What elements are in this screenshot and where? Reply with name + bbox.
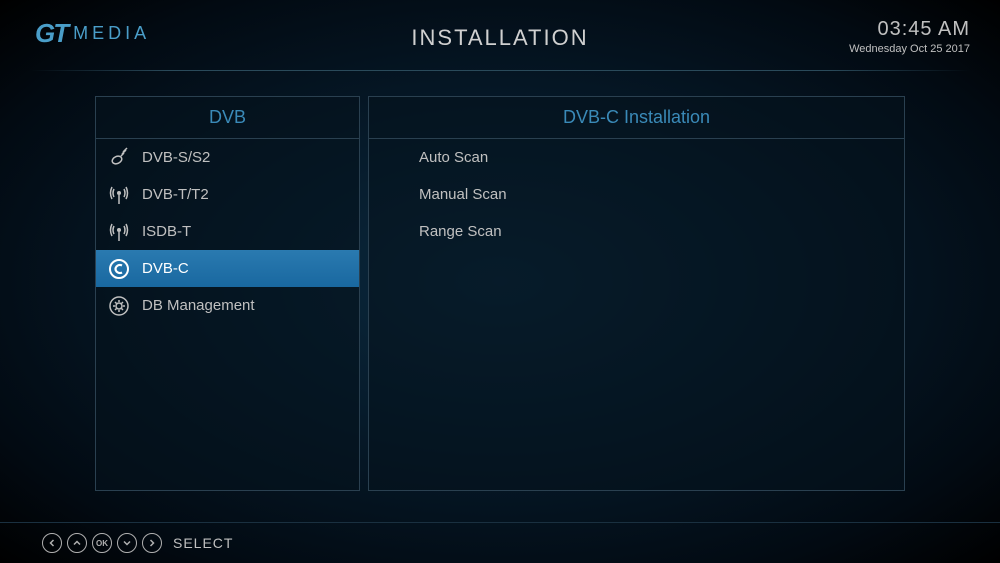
page-title: INSTALLATION — [411, 25, 588, 51]
sub-item-manual-scan[interactable]: Manual Scan — [369, 176, 904, 213]
logo-media: MEDIA — [73, 23, 150, 44]
antenna-icon — [106, 182, 132, 208]
menu-item-dvb-s[interactable]: DVB-S/S2 — [96, 139, 359, 176]
menu-item-isdb-t[interactable]: ISDB-T — [96, 213, 359, 250]
cable-icon — [106, 256, 132, 282]
menu-item-dvb-t[interactable]: DVB-T/T2 — [96, 176, 359, 213]
antenna-icon — [106, 219, 132, 245]
footer-select-label: SELECT — [173, 535, 233, 551]
left-panel: DVB DVB-S/S2 — [95, 96, 360, 491]
menu-label: DB Management — [142, 297, 255, 314]
gear-icon — [106, 293, 132, 319]
nav-down-icon[interactable] — [117, 533, 137, 553]
sub-item-auto-scan[interactable]: Auto Scan — [369, 139, 904, 176]
nav-left-icon[interactable] — [42, 533, 62, 553]
nav-up-icon[interactable] — [67, 533, 87, 553]
left-panel-header: DVB — [96, 97, 359, 139]
date-display: Wednesday Oct 25 2017 — [849, 43, 970, 55]
logo: GT MEDIA — [35, 18, 150, 49]
datetime: 03:45 AM Wednesday Oct 25 2017 — [849, 18, 970, 55]
menu-item-dvb-c[interactable]: DVB-C — [96, 250, 359, 287]
time-display: 03:45 AM — [849, 18, 970, 41]
logo-gt: GT — [35, 18, 67, 49]
menu-label: DVB-C — [142, 260, 189, 277]
right-panel-header: DVB-C Installation — [369, 97, 904, 139]
left-panel-body: DVB-S/S2 DVB-T/T2 — [96, 139, 359, 490]
content-area: DVB DVB-S/S2 — [0, 71, 1000, 491]
nav-right-icon[interactable] — [142, 533, 162, 553]
right-panel: DVB-C Installation Auto Scan Manual Scan… — [368, 96, 905, 491]
satellite-icon — [106, 145, 132, 171]
menu-label: ISDB-T — [142, 223, 191, 240]
menu-item-db-management[interactable]: DB Management — [96, 287, 359, 324]
sub-item-range-scan[interactable]: Range Scan — [369, 213, 904, 250]
header: GT MEDIA INSTALLATION 03:45 AM Wednesday… — [0, 0, 1000, 55]
right-panel-body: Auto Scan Manual Scan Range Scan — [369, 139, 904, 490]
menu-label: DVB-T/T2 — [142, 186, 209, 203]
footer: OK SELECT — [0, 522, 1000, 563]
menu-label: DVB-S/S2 — [142, 149, 210, 166]
nav-ok-button[interactable]: OK — [92, 533, 112, 553]
footer-content: OK SELECT — [0, 523, 1000, 563]
